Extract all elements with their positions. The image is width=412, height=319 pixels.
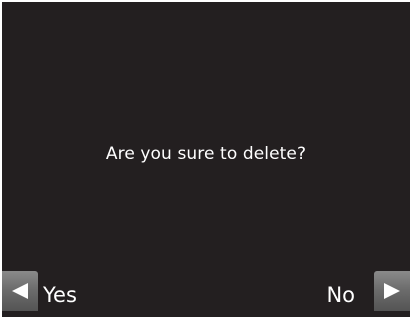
yes-key-tab[interactable] xyxy=(2,271,38,311)
right-triangle-icon xyxy=(382,282,402,300)
yes-label[interactable]: Yes xyxy=(43,267,77,315)
no-softkey[interactable]: No xyxy=(326,271,410,311)
yes-softkey[interactable]: Yes xyxy=(2,271,77,311)
delete-confirmation-screen: Are you sure to delete? Yes No xyxy=(2,2,410,317)
left-triangle-icon xyxy=(10,282,30,300)
no-key-tab[interactable] xyxy=(374,271,410,311)
confirmation-message: Are you sure to delete? xyxy=(105,144,307,164)
no-label[interactable]: No xyxy=(326,267,355,315)
